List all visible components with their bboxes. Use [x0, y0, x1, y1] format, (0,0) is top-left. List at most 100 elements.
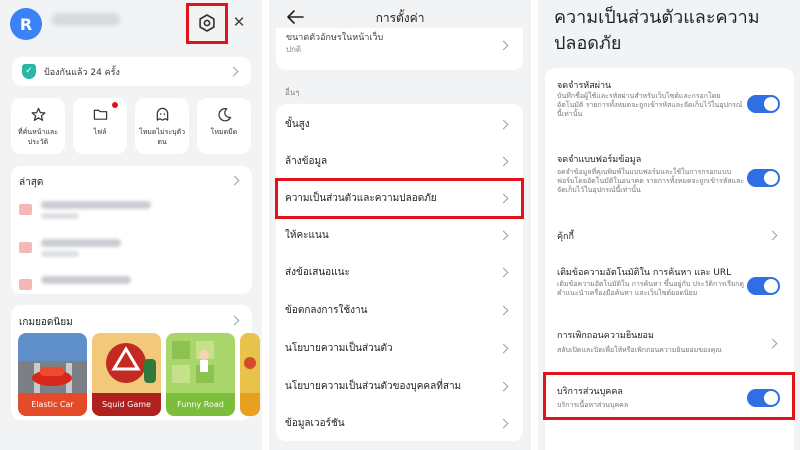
game-card-elastic-car[interactable]: Elastic Car [18, 333, 87, 416]
chevron-right-icon [498, 418, 509, 429]
settings-item-value: ปกติ [286, 45, 302, 54]
incognito-icon [156, 107, 169, 121]
setting-label: คุ้กกี้ [557, 232, 574, 242]
settings-item-label: ให้คะแนน [285, 230, 329, 241]
settings-item-advanced[interactable]: ขั้นสูง [276, 106, 523, 143]
settings-item-privacy-policy[interactable]: นโยบายความเป็นส่วนตัว [276, 330, 523, 367]
game-card-funny-road[interactable]: Funny Road [166, 333, 235, 416]
chevron-right-icon [498, 156, 509, 167]
settings-item-rate[interactable]: ให้คะแนน [276, 217, 523, 254]
setting-remember-passwords[interactable]: จดจำรหัสผ่าน บันทึกชื่อผู้ใช้และรหัสผ่าน… [545, 74, 794, 132]
game-name-strip [240, 393, 260, 416]
settings-item-third-party-policy[interactable]: นโยบายความเป็นส่วนตัวของบุคคลที่สาม [276, 368, 523, 405]
chevron-right-icon [228, 66, 239, 77]
setting-description: สลับเปิดและปิดเพื่อให้หรือเพิกถอนความยิน… [557, 346, 722, 354]
popular-games-card: เกมยอดนิยม Elastic Car Squid Game Funny … [11, 305, 260, 420]
moon-icon [218, 108, 232, 122]
section-label: อื่นๆ [285, 88, 300, 97]
game-card-squid-game[interactable]: Squid Game [92, 333, 161, 416]
setting-description: บันทึกชื่อผู้ใช้และรหัสผ่านสำหรับเว็บไซต… [557, 92, 743, 118]
chevron-right-icon [767, 338, 778, 349]
game-thumbnail [92, 333, 161, 393]
game-thumbnail [240, 333, 260, 393]
tile-label: ไฟล์ [93, 128, 107, 136]
username-blurred [52, 13, 120, 26]
toggle-switch[interactable] [747, 277, 780, 295]
chevron-right-icon [498, 343, 509, 354]
settings-item-version-info[interactable]: ข้อมูลเวอร์ชัน [276, 405, 523, 442]
settings-panel: การตั้งค่า ขนาดตัวอักษรในหน้าเว็บ ปกติ อ… [269, 0, 531, 450]
image-file-icon [19, 279, 32, 290]
tile-bookmarks-history[interactable]: ที่คั่นหน้าและประวัติ [11, 98, 65, 154]
toggle-switch[interactable] [747, 389, 780, 407]
chevron-right-icon [767, 230, 778, 241]
game-card-partial[interactable] [240, 333, 260, 416]
settings-item-label: ส่งข้อเสนอแนะ [285, 267, 350, 278]
setting-label: การเพิกถอนความยินยอม [557, 331, 654, 341]
tile-label: โหมดมืด [210, 128, 238, 136]
game-thumbnail [166, 333, 235, 393]
tile-label: ที่คั่นหน้าและประวัติ [18, 128, 58, 146]
setting-label: บริการส่วนบุคคล [557, 387, 623, 397]
tile-label: โหมดไม่ระบุตัวตน [138, 128, 186, 146]
settings-item-feedback[interactable]: ส่งข้อเสนอแนะ [276, 254, 523, 291]
game-name: Funny Road [166, 393, 235, 416]
settings-item-label: ขนาดตัวอักษรในหน้าเว็บ [286, 33, 384, 40]
blurred-filename [41, 276, 131, 284]
setting-remember-form-data[interactable]: จดจำแบบฟอร์มข้อมูล จดจำข้อมูลที่คุณพิมพ์… [545, 148, 794, 216]
image-file-icon [19, 204, 32, 215]
star-icon [31, 107, 46, 121]
blurred-filename [41, 201, 151, 209]
game-thumbnail [18, 333, 87, 393]
toggle-switch[interactable] [747, 95, 780, 113]
setting-autocomplete[interactable]: เติมข้อความอัตโนมัติใน การค้นหา และ URL … [545, 258, 794, 310]
settings-item-label: ล้างข้อมูล [285, 156, 328, 167]
close-icon[interactable]: ✕ [228, 11, 250, 33]
setting-personalized-services[interactable]: บริการส่วนบุคคล บริการเนื้อหาส่วนบุคคล [545, 376, 794, 418]
chevron-right-icon[interactable] [229, 315, 240, 326]
image-file-icon [19, 242, 32, 253]
games-title: เกมยอดนิยม [19, 317, 73, 328]
settings-item-label: ข้อมูลเวอร์ชัน [285, 418, 345, 429]
settings-item-terms[interactable]: ข้อตกลงการใช้งาน [276, 292, 523, 329]
setting-description: จดจำข้อมูลที่คุณพิมพ์ในแบบฟอร์มและใช้ในก… [557, 168, 745, 194]
game-name: Elastic Car [18, 393, 87, 416]
folder-icon [93, 109, 108, 120]
setting-label: เติมข้อความอัตโนมัติใน การค้นหา และ URL [557, 268, 732, 278]
recent-item[interactable] [19, 239, 199, 259]
privacy-settings-list: จดจำรหัสผ่าน บันทึกชื่อผู้ใช้และรหัสผ่าน… [545, 68, 794, 450]
setting-cookies[interactable]: คุ้กกี้ [545, 218, 794, 252]
page-title: การตั้งค่า [375, 11, 425, 25]
recent-card: ล่าสุด [11, 166, 252, 294]
settings-item-font-size[interactable]: ขนาดตัวอักษรในหน้าเว็บ ปกติ [276, 28, 523, 70]
chevron-right-icon [498, 230, 509, 241]
tile-files[interactable]: ไฟล์ [73, 98, 127, 154]
setting-description: บริการเนื้อหาส่วนบุคคล [557, 401, 629, 409]
privacy-panel: ความเป็นส่วนตัวและความปลอดภัย จดจำรหัสผ่… [538, 0, 800, 450]
home-panel: R ✕ ✓ ป้องกันแล้ว 24 ครั้ง ที่คั่นหน้าแล… [0, 0, 262, 450]
recent-item[interactable] [19, 201, 199, 221]
protection-bar[interactable]: ✓ ป้องกันแล้ว 24 ครั้ง [12, 57, 251, 86]
chevron-right-icon [498, 40, 509, 51]
setting-label: จดจำรหัสผ่าน [557, 81, 612, 91]
settings-item-label: ขั้นสูง [285, 119, 310, 130]
settings-item-privacy-security[interactable]: ความเป็นส่วนตัวและความปลอดภัย [276, 180, 523, 217]
chevron-right-icon [498, 119, 509, 130]
blurred-meta [41, 251, 79, 257]
settings-item-clear-data[interactable]: ล้างข้อมูล [276, 143, 523, 180]
recent-item[interactable] [19, 276, 199, 290]
toggle-switch[interactable] [747, 169, 780, 187]
avatar[interactable]: R [10, 8, 42, 40]
setting-label: จดจำแบบฟอร์มข้อมูล [557, 155, 642, 165]
blurred-meta [41, 213, 79, 219]
shield-icon: ✓ [22, 64, 36, 79]
settings-item-label: นโยบายความเป็นส่วนตัวของบุคคลที่สาม [285, 381, 462, 392]
game-name: Squid Game [92, 393, 161, 416]
tile-incognito[interactable]: โหมดไม่ระบุตัวตน [135, 98, 189, 154]
settings-gear-icon[interactable] [197, 13, 217, 33]
setting-withdraw-consent[interactable]: การเพิกถอนความยินยอม สลับเปิดและปิดเพื่อ… [545, 320, 794, 364]
protection-text: ป้องกันแล้ว 24 ครั้ง [44, 68, 120, 78]
tile-dark-mode[interactable]: โหมดมืด [197, 98, 251, 154]
chevron-right-icon[interactable] [229, 175, 240, 186]
settings-item-label: ความเป็นส่วนตัวและความปลอดภัย [285, 193, 437, 204]
